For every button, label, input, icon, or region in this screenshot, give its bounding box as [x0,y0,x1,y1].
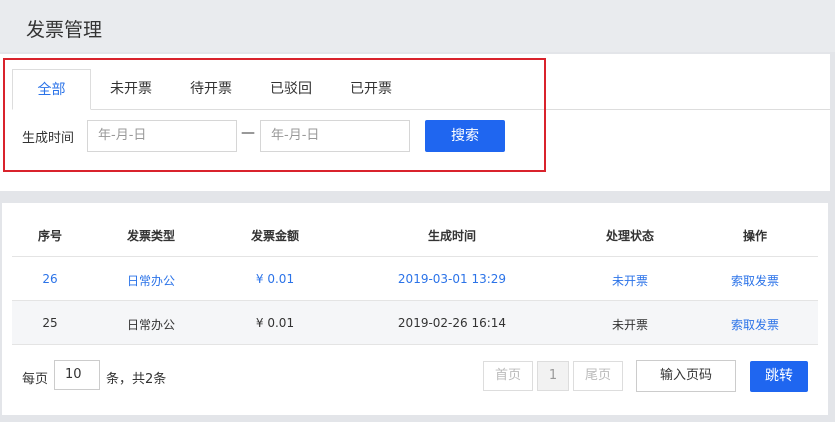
cell-status: 未开票 [611,318,648,332]
tab-rejected[interactable]: 已驳回 [251,69,331,110]
cell-index: 25 [42,316,58,330]
table-row: 26 日常办公 ¥ 0.01 2019-03-01 13:29 未开票 索取发票 [12,256,818,300]
start-date-input[interactable]: 年-月-日 [87,120,237,152]
cell-amount: ¥ 0.01 [255,316,295,330]
total-count-label: 条，共2条 [106,372,167,387]
column-header-action: 操作 [742,229,767,243]
column-header-index: 序号 [37,229,62,243]
request-invoice-link[interactable]: 索取发票 [719,316,791,333]
cell-type: 日常办公 [126,274,175,288]
tab-all[interactable]: 全部 [12,69,91,110]
jump-button[interactable]: 跳转 [750,361,808,392]
per-page-input[interactable]: 10 [54,360,100,390]
cell-time: 2019-03-01 13:29 [397,272,507,286]
column-header-type: 发票类型 [126,229,175,243]
page-title: 发票管理 [26,19,103,41]
current-page-button[interactable]: 1 [537,361,569,391]
date-range-label: 生成时间 [22,131,75,146]
tab-invoiced[interactable]: 已开票 [331,69,411,110]
column-header-time: 生成时间 [427,229,476,243]
search-button[interactable]: 搜索 [425,120,505,152]
tab-pending[interactable]: 待开票 [171,69,251,110]
request-invoice-link[interactable]: 索取发票 [719,272,791,289]
end-date-input[interactable]: 年-月-日 [260,120,410,152]
page-header: 发票管理 [0,0,835,52]
cell-amount: ¥ 0.01 [255,272,295,286]
page-number-input[interactable]: 输入页码 [636,360,736,392]
tab-not-invoiced[interactable]: 未开票 [91,69,171,110]
status-tabs: 全部 未开票 待开票 已驳回 已开票 [12,69,830,110]
last-page-button[interactable]: 尾页 [573,361,623,391]
table-bottom-divider [12,344,818,345]
cell-time: 2019-02-26 16:14 [397,316,507,330]
date-separator: — [241,125,255,141]
first-page-button[interactable]: 首页 [483,361,533,391]
table-row: 25 日常办公 ¥ 0.01 2019-02-26 16:14 未开票 索取发票 [12,300,818,344]
column-header-status: 处理状态 [605,229,654,243]
cell-status: 未开票 [611,274,648,288]
per-page-label: 每页 [22,372,49,387]
column-header-amount: 发票金额 [250,229,299,243]
cell-index: 26 [42,272,58,286]
cell-type: 日常办公 [126,318,175,332]
